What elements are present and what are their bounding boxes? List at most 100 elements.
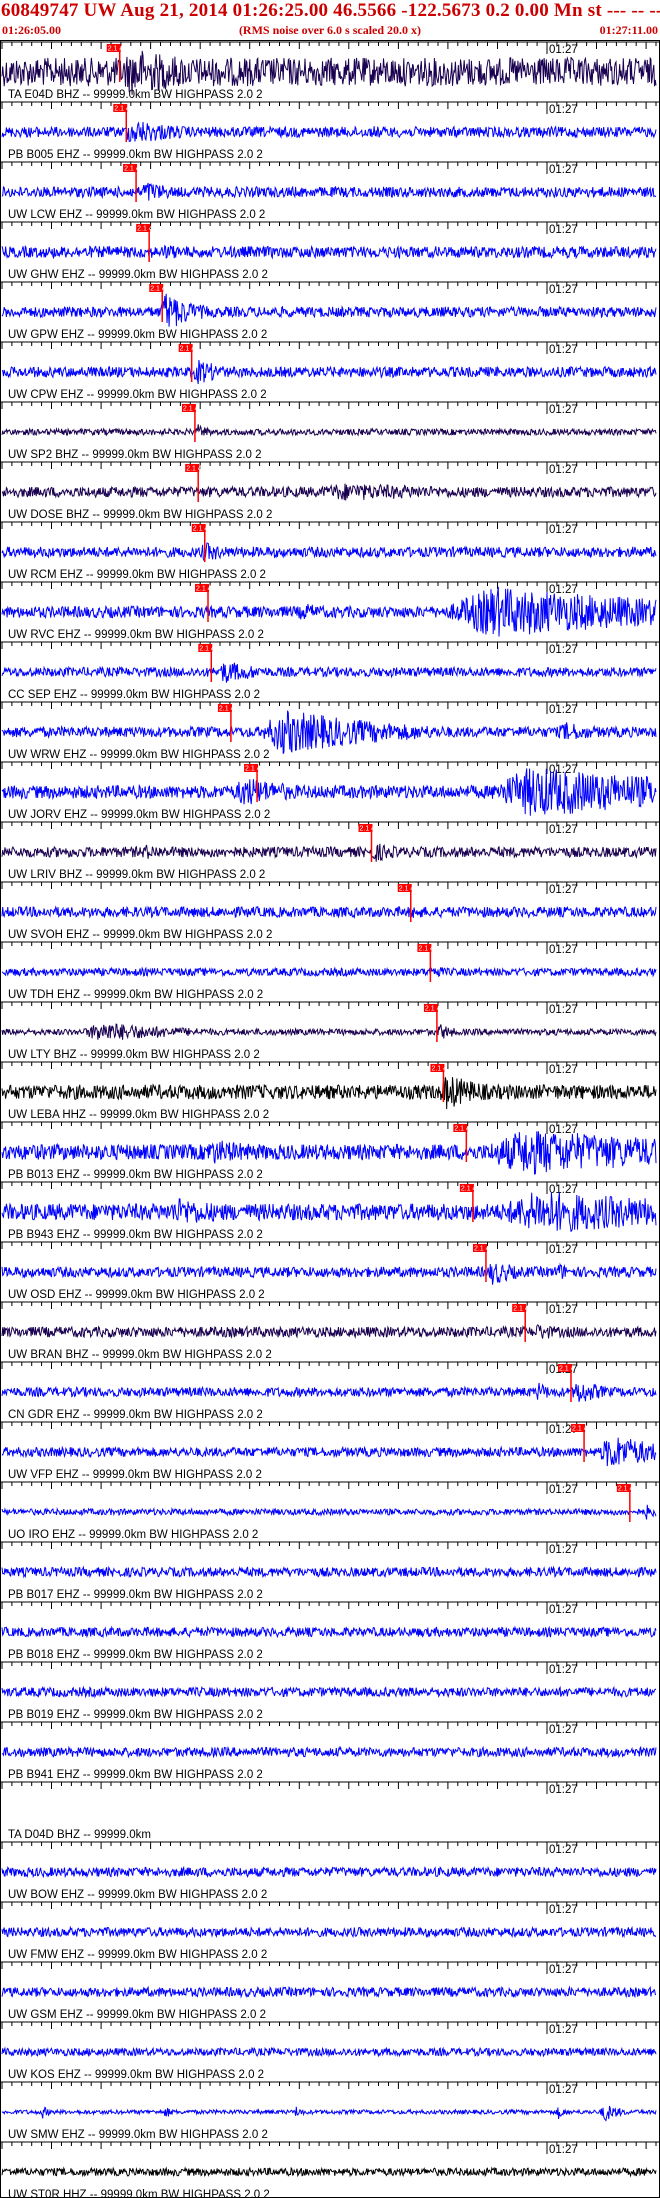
minute-label: 01:27 bbox=[549, 1664, 578, 1676]
waveform bbox=[1, 2166, 657, 2178]
event-title-text: 60849747 UW Aug 21, 2014 01:26:25.00 46.… bbox=[1, 0, 660, 21]
pick-label: 2.1 4 bbox=[454, 1126, 470, 1133]
minute-label: 01:27 bbox=[549, 1544, 578, 1556]
trace-18: 01:272.1 4PB B013 EHZ -- 99999.0km BW HI… bbox=[0, 1121, 660, 1181]
pick-label: 2.1 4 bbox=[360, 826, 376, 833]
trace-32: 01:27 UW GSM EHZ -- 99999.0km BW HIGHPASS… bbox=[0, 1961, 660, 2021]
station-label: UW LCW EHZ -- 99999.0km BW HIGHPASS 2.0 … bbox=[8, 209, 265, 221]
minute-label: 01:27 bbox=[549, 104, 578, 116]
waveform bbox=[1, 1437, 657, 1467]
waveform bbox=[1, 293, 657, 327]
waveform bbox=[1, 1023, 657, 1040]
trace-11: 01:27 2.1 4 UW WRW EHZ -- 99999.0km BW HIG… bbox=[0, 701, 660, 761]
station-label: UW JORV EHZ -- 99999.0km BW HIGHPASS 2.0… bbox=[8, 809, 270, 821]
station-label: UW LEBA HHZ -- 99999.0km BW HIGHPASS 2.0… bbox=[8, 1109, 269, 1121]
waveform bbox=[1, 843, 657, 862]
station-label: UW GHW EHZ -- 99999.0km BW HIGHPASS 2.0 … bbox=[8, 269, 268, 281]
trace-13: 01:27 2.1 4 UW LRIV BHZ -- 99999.0km BW HI… bbox=[0, 821, 660, 881]
minute-label: 01:27 bbox=[549, 1904, 578, 1916]
station-label: UW FMW EHZ -- 99999.0km BW HIGHPASS 2.0 … bbox=[8, 1949, 267, 1961]
trace-31: 01:27 UW FMW EHZ -- 99999.0km BW HIGHPASS… bbox=[0, 1901, 660, 1961]
waveform bbox=[1, 359, 657, 385]
pick-label: 2.1 4 bbox=[193, 526, 209, 533]
pick-label: 2.1 4 bbox=[180, 346, 196, 353]
minute-label: 01:27 bbox=[549, 824, 578, 836]
waveform bbox=[1, 1131, 657, 1175]
minute-label: 01:27 bbox=[549, 284, 578, 296]
minute-label: 01:27 bbox=[549, 704, 578, 716]
waveform bbox=[1, 1565, 657, 1579]
trace-8: 01:27 2.1 4 UW RCM EHZ -- 99999.0km BW HIG… bbox=[0, 521, 660, 581]
minute-label: 01:27 bbox=[549, 44, 578, 56]
station-label: UW GPW EHZ -- 99999.0km BW HIGHPASS 2.0 … bbox=[8, 329, 267, 341]
minute-label: 01:27 bbox=[549, 344, 578, 356]
trace-25: 01:27 PB B017 EHZ -- 99999.0km BW HIGHPAS… bbox=[0, 1541, 660, 1601]
station-label: UW ST0R HHZ -- 99999.0km BW HIGHPASS 2.0… bbox=[8, 2189, 270, 2198]
minute-label: 01:27 bbox=[549, 644, 578, 656]
minute-label: 01:27 bbox=[549, 2084, 578, 2096]
pick-label: 2.1 4 bbox=[618, 1486, 634, 1493]
minute-label: 01:27 bbox=[549, 1844, 578, 1856]
trace-15: 01:27 2.1 4 UW TDH EHZ -- 99999.0km BW HIG… bbox=[0, 941, 660, 1001]
header: 60849747 UW Aug 21, 2014 01:26:25.00 46.… bbox=[0, 0, 660, 40]
time-range-row: 01:26:05.00 (RMS noise over 6.0 s scaled… bbox=[0, 22, 660, 38]
pick-label: 2.1 4 bbox=[399, 886, 415, 893]
pick-label: 2.1 4 bbox=[186, 466, 202, 473]
waveform bbox=[1, 1262, 657, 1285]
pick-label: 2.1 4 bbox=[114, 106, 130, 113]
station-label: PB B941 EHZ -- 99999.0km BW HIGHPASS 2.0… bbox=[8, 1769, 263, 1781]
station-label: UW BOW EHZ -- 99999.0km BW HIGHPASS 2.0 … bbox=[8, 1889, 267, 1901]
trace-22: 01:272.1 4CN GDR EHZ -- 99999.0km BW HIG… bbox=[0, 1361, 660, 1421]
minute-label: 01:27 bbox=[549, 1064, 578, 1076]
minute-label: 01:27 bbox=[549, 944, 578, 956]
trace-17: 01:27 2.1 4 UW LEBA HHZ -- 99999.0km BW HI… bbox=[0, 1061, 660, 1121]
pick-label: 2.1 4 bbox=[513, 1306, 529, 1313]
station-label: PB B017 EHZ -- 99999.0km BW HIGHPASS 2.0… bbox=[8, 1589, 263, 1601]
trace-12: 01:272.1 4UW JORV EHZ -- 99999.0km BW HI… bbox=[0, 761, 660, 821]
station-label: UW RCM EHZ -- 99999.0km BW HIGHPASS 2.0 … bbox=[8, 569, 266, 581]
station-label: UW LTY BHZ -- 99999.0km BW HIGHPASS 2.0 … bbox=[8, 1049, 260, 1061]
trace-21: 01:27 2.1 4 UW BRAN BHZ -- 99999.0km BW HI… bbox=[0, 1301, 660, 1361]
station-label: UW CPW EHZ -- 99999.0km BW HIGHPASS 2.0 … bbox=[8, 389, 267, 401]
station-label: PB B019 EHZ -- 99999.0km BW HIGHPASS 2.0… bbox=[8, 1709, 263, 1721]
waveform bbox=[1, 424, 657, 438]
trace-2: 01:27 2.1 4 UW LCW EHZ -- 99999.0km BW HIG… bbox=[0, 161, 660, 221]
station-label: PB B943 EHZ -- 99999.0km BW HIGHPASS 2.0… bbox=[8, 1229, 263, 1241]
waveform bbox=[1, 1382, 657, 1402]
pick-label: 2.1 4 bbox=[431, 1066, 447, 1073]
pick-label: 2.1 4 bbox=[461, 1186, 477, 1193]
station-label: PB B005 EHZ -- 99999.0km BW HIGHPASS 2.0… bbox=[8, 149, 263, 161]
waveform bbox=[1, 244, 657, 260]
trace-35: 01:27 UW ST0R HHZ -- 99999.0km BW HIGHPAS… bbox=[0, 2141, 660, 2198]
waveform bbox=[1, 1192, 657, 1233]
minute-label: 01:27 bbox=[549, 404, 578, 416]
station-label: UW SVOH EHZ -- 99999.0km BW HIGHPASS 2.0… bbox=[8, 929, 272, 941]
trace-3: 01:27 2.1 4 UW GHW EHZ -- 99999.0km BW HIG… bbox=[0, 221, 660, 281]
trace-6: 01:27 2.1 4 UW SP2 BHZ -- 99999.0km BW HIG… bbox=[0, 401, 660, 461]
pick-label: 2.1 4 bbox=[418, 946, 434, 953]
waveform bbox=[1, 542, 657, 562]
minute-label: 01:27 bbox=[549, 1724, 578, 1736]
station-label: UW BRAN BHZ -- 99999.0km BW HIGHPASS 2.0… bbox=[8, 1349, 272, 1361]
station-label: TA E04D BHZ -- 99999.0km BW HIGHPASS 2.0… bbox=[8, 89, 263, 101]
minute-label: 01:27 bbox=[549, 1184, 578, 1196]
trace-19: 01:27 2.1 4 PB B943 EHZ -- 99999.0km BW HI… bbox=[0, 1181, 660, 1241]
waveform bbox=[1, 121, 657, 142]
minute-label: 01:27 bbox=[549, 1244, 578, 1256]
trace-34: 01:27 UW SMW EHZ -- 99999.0km BW HIGHPASS… bbox=[0, 2081, 660, 2141]
trace-4: 01:27 2.1 4 UW GPW EHZ -- 99999.0km BW HIG… bbox=[0, 281, 660, 341]
waveform bbox=[1, 1625, 657, 1639]
minute-label: 01:27 bbox=[549, 1784, 578, 1796]
waveform bbox=[1, 1685, 657, 1699]
waveform bbox=[1, 1925, 657, 1939]
pick-label: 2.1 4 bbox=[219, 706, 235, 713]
trace-14: 01:27 2.1 4 UW SVOH EHZ -- 99999.0km BW HI… bbox=[0, 881, 660, 941]
waveform bbox=[1, 2046, 657, 2058]
waveform bbox=[1, 905, 657, 919]
minute-label: 01:27 bbox=[549, 584, 578, 596]
minute-label: 01:27 bbox=[549, 164, 578, 176]
trace-33: 01:27 UW KOS EHZ -- 99999.0km BW HIGHPASS… bbox=[0, 2021, 660, 2081]
seismogram-plot: 01:27 2.1 4 TA E04D BHZ -- 99999.0km BW HI… bbox=[0, 40, 660, 2198]
station-label: CN GDR EHZ -- 99999.0km BW HIGHPASS 2.0 … bbox=[8, 1409, 263, 1421]
station-label: UW GSM EHZ -- 99999.0km BW HIGHPASS 2.0 … bbox=[8, 2009, 266, 2021]
